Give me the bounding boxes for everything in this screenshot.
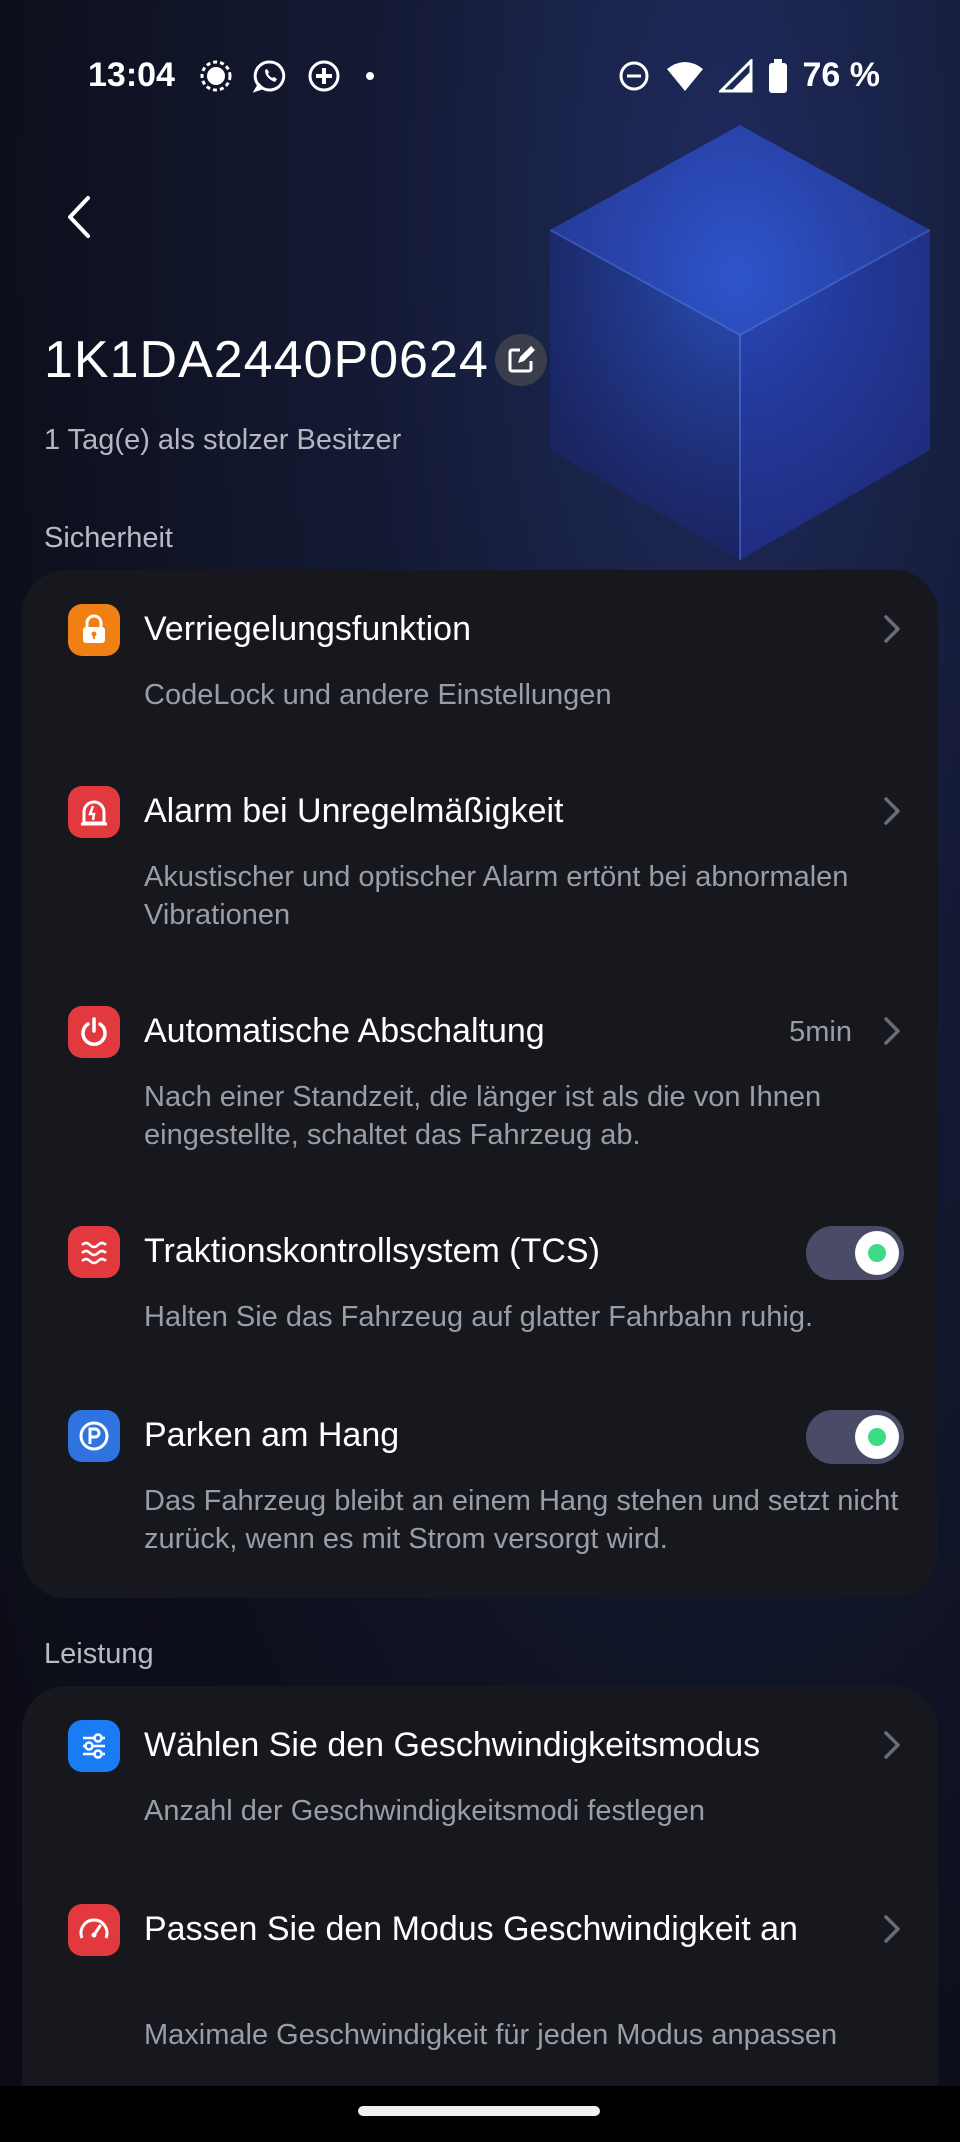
toggle-knob [855, 1231, 899, 1275]
lock-icon [68, 604, 120, 656]
cube-graphic [549, 125, 931, 560]
chevron-right-icon [884, 1915, 900, 1943]
add-circle-icon [308, 60, 340, 92]
home-gesture-handle[interactable] [358, 2106, 600, 2116]
item-title: Verriegelungsfunktion [144, 610, 472, 648]
power-icon [68, 1006, 120, 1058]
hill-park-toggle[interactable] [806, 1410, 904, 1464]
wifi-icon [666, 61, 703, 91]
item-auto-shutdown[interactable]: Automatische Abschaltung 5min Nach einer… [22, 974, 938, 1194]
item-title: Wählen Sie den Geschwindigkeitsmodus [144, 1726, 761, 1764]
item-irregularity-alarm[interactable]: Alarm bei Unregelmäßigkeit Akustischer u… [22, 754, 938, 974]
item-title: Traktionskontrollsystem (TCS) [144, 1232, 600, 1270]
battery-percent: 76 % [802, 56, 881, 94]
item-lock-function[interactable]: Verriegelungsfunktion CodeLock und ander… [22, 570, 938, 750]
tcs-toggle[interactable] [806, 1226, 904, 1280]
speedometer-icon [68, 1904, 120, 1956]
back-button[interactable] [58, 192, 98, 242]
do-not-disturb-icon [619, 61, 648, 90]
cell-signal-icon [718, 58, 752, 92]
device-header: 1K1DA2440P0624 [44, 330, 547, 390]
section-label-security: Sicherheit [44, 522, 173, 554]
parking-icon [68, 1410, 120, 1462]
ownership-text: 1 Tag(e) als stolzer Besitzer [44, 424, 402, 456]
chevron-right-icon [884, 797, 900, 825]
toggle-knob [855, 1415, 899, 1459]
alarm-icon [68, 786, 120, 838]
item-hill-park: Parken am Hang Das Fahrzeug bleibt an ei… [22, 1378, 938, 1598]
system-icons: 76 % [617, 56, 881, 95]
notification-icons [198, 58, 380, 94]
item-desc: Akustischer und optischer Alarm ertönt b… [144, 861, 849, 931]
navigation-bar [0, 2086, 960, 2142]
chevron-left-icon [68, 196, 90, 238]
item-desc: Halten Sie das Fahrzeug auf glatter Fahr… [144, 1301, 814, 1333]
whatsapp-icon [252, 60, 286, 93]
chevron-right-icon [884, 615, 900, 643]
item-mode-speed[interactable]: Passen Sie den Modus Geschwindigkeit an … [22, 1870, 938, 2086]
waves-icon [68, 1226, 120, 1278]
item-desc: Anzahl der Geschwindigkeitsmodi festlege… [144, 1795, 705, 1827]
item-title: Passen Sie den Modus Geschwindigkeit an [144, 1910, 798, 1948]
item-desc: Nach einer Standzeit, die länger ist als… [144, 1081, 822, 1151]
status-time: 13:04 [88, 56, 175, 94]
item-title: Alarm bei Unregelmäßigkeit [144, 792, 564, 830]
device-name: 1K1DA2440P0624 [44, 331, 489, 389]
item-desc: Maximale Geschwindigkeit für jeden Modus… [144, 2019, 838, 2051]
item-desc: CodeLock und andere Einstellungen [144, 679, 612, 711]
signal-app-icon [200, 60, 232, 92]
edit-name-button[interactable] [494, 334, 547, 386]
chevron-right-icon [884, 1731, 900, 1759]
battery-icon [768, 58, 787, 93]
item-title: Parken am Hang [144, 1416, 400, 1454]
section-label-performance: Leistung [44, 1638, 154, 1670]
edit-icon [508, 346, 535, 373]
security-card: Verriegelungsfunktion CodeLock und ander… [22, 570, 938, 1598]
sliders-icon [68, 1720, 120, 1772]
item-traction-control: Traktionskontrollsystem (TCS) Halten Sie… [22, 1194, 938, 1378]
item-speed-mode[interactable]: Wählen Sie den Geschwindigkeitsmodus Anz… [22, 1686, 938, 1870]
performance-card: Wählen Sie den Geschwindigkeitsmodus Anz… [22, 1686, 938, 2086]
item-title: Automatische Abschaltung [144, 1012, 545, 1050]
shutdown-value: 5min [789, 1016, 852, 1048]
chevron-right-icon [884, 1017, 900, 1045]
more-dot-icon [366, 72, 374, 80]
item-desc: Das Fahrzeug bleibt an einem Hang stehen… [144, 1485, 899, 1555]
